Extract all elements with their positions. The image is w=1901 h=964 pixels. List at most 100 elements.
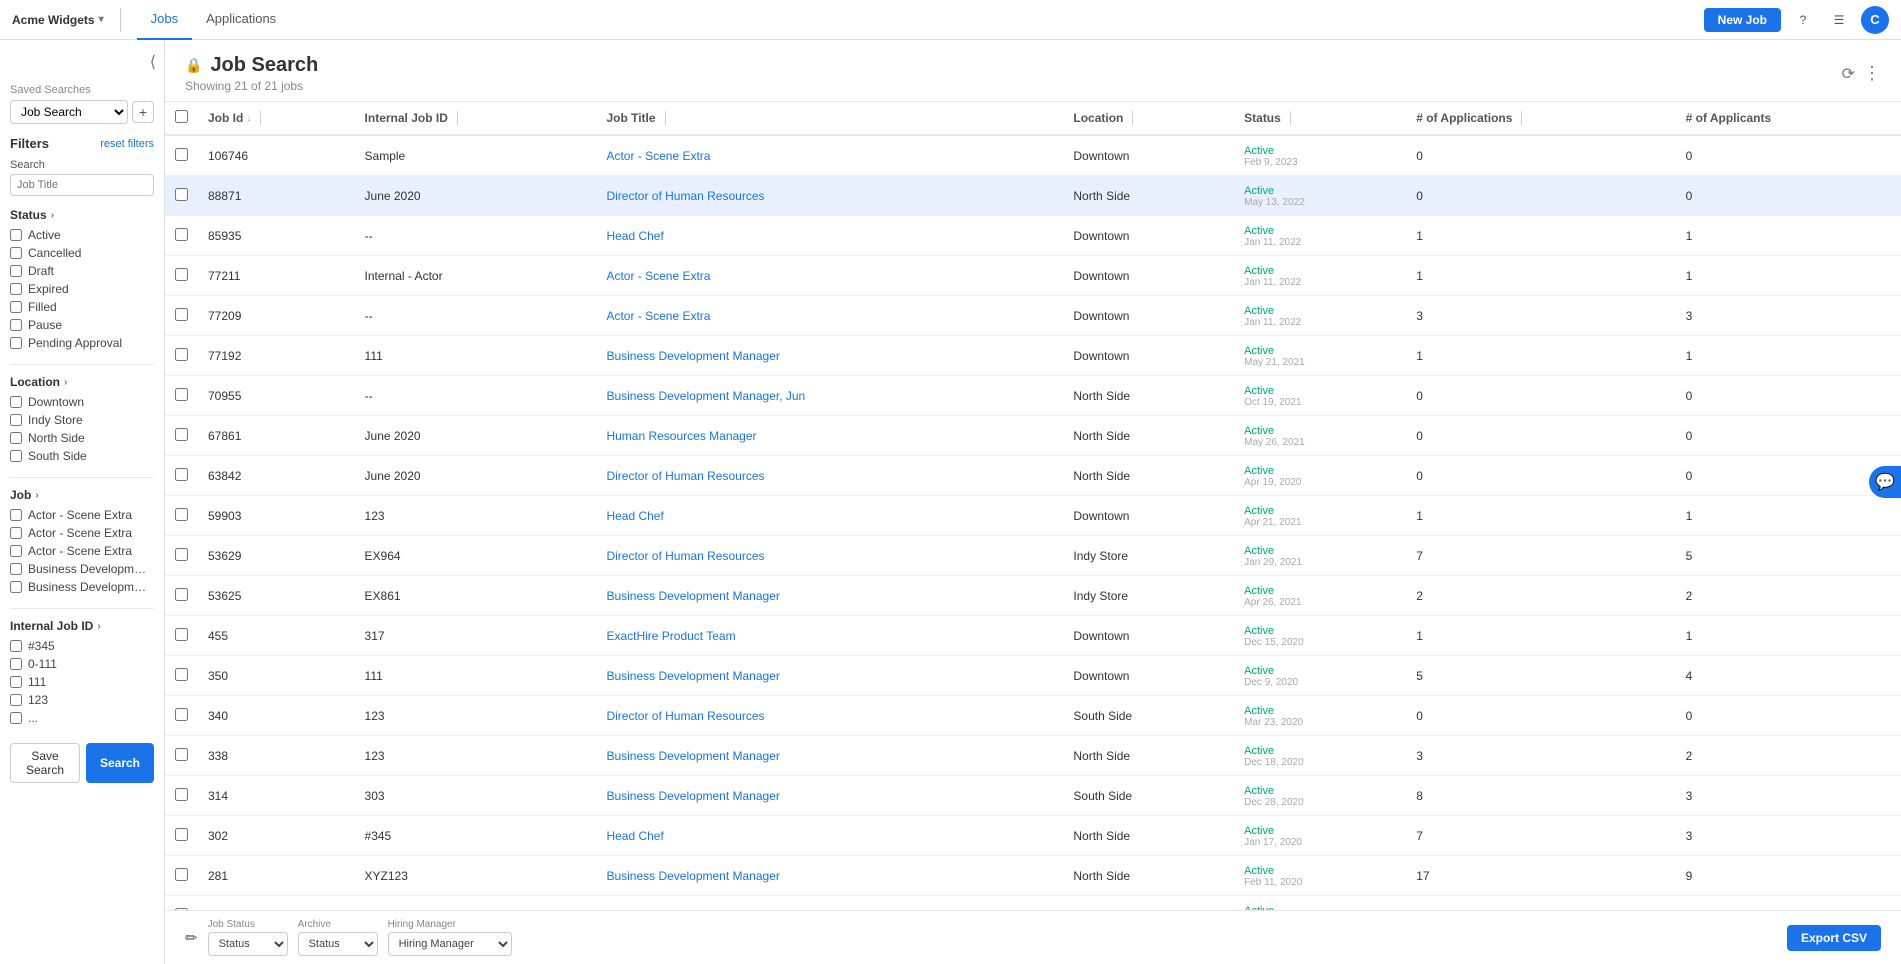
- table-row[interactable]: 455 317 ExactHire Product Team Downtown …: [165, 616, 1901, 656]
- status-filled-checkbox[interactable]: [10, 301, 22, 313]
- menu-icon[interactable]: ☰: [1825, 6, 1853, 34]
- row-checkbox-9[interactable]: [175, 508, 188, 521]
- row-checkbox-13[interactable]: [175, 668, 188, 681]
- col-location[interactable]: Location: [1063, 102, 1234, 135]
- row-checkbox-2[interactable]: [175, 228, 188, 241]
- status-filter-header[interactable]: Status ›: [10, 208, 154, 222]
- row-checkbox-14[interactable]: [175, 708, 188, 721]
- cell-job-title[interactable]: Actor - Scene Extra: [596, 256, 1063, 296]
- nav-link-jobs[interactable]: Jobs: [137, 0, 192, 40]
- table-row[interactable]: 67861 June 2020 Human Resources Manager …: [165, 416, 1901, 456]
- internal-111-checkbox[interactable]: [10, 676, 22, 688]
- cell-job-title[interactable]: Director of Human Resources: [596, 896, 1063, 911]
- status-pending-checkbox[interactable]: [10, 337, 22, 349]
- collapse-sidebar-button[interactable]: ⟨: [150, 52, 156, 72]
- status-active-checkbox[interactable]: [10, 229, 22, 241]
- table-row[interactable]: 302 #345 Head Chef North Side Active Jan…: [165, 816, 1901, 856]
- row-checkbox-15[interactable]: [175, 748, 188, 761]
- table-row[interactable]: 88871 June 2020 Director of Human Resour…: [165, 176, 1901, 216]
- brand-name[interactable]: Acme Widgets ▾: [12, 13, 104, 27]
- edit-icon[interactable]: ✏: [185, 929, 198, 947]
- row-checkbox-8[interactable]: [175, 468, 188, 481]
- internal-more-checkbox[interactable]: [10, 712, 22, 724]
- save-search-button[interactable]: Save Search: [10, 743, 80, 783]
- add-saved-search-button[interactable]: +: [132, 101, 154, 123]
- cell-job-title[interactable]: Director of Human Resources: [596, 696, 1063, 736]
- cell-job-title[interactable]: ExactHire Product Team: [596, 616, 1063, 656]
- cell-job-title[interactable]: Actor - Scene Extra: [596, 135, 1063, 176]
- search-input[interactable]: [10, 174, 154, 196]
- job-biz-dev-2-checkbox[interactable]: [10, 581, 22, 593]
- row-checkbox-1[interactable]: [175, 188, 188, 201]
- new-job-button[interactable]: New Job: [1704, 8, 1781, 32]
- cell-job-title[interactable]: Actor - Scene Extra: [596, 296, 1063, 336]
- status-pause-checkbox[interactable]: [10, 319, 22, 331]
- cell-job-title[interactable]: Director of Human Resources: [596, 536, 1063, 576]
- row-checkbox-18[interactable]: [175, 868, 188, 881]
- cell-job-title[interactable]: Business Development Manager: [596, 656, 1063, 696]
- nav-link-applications[interactable]: Applications: [192, 0, 290, 40]
- hiring-manager-select[interactable]: Hiring Manager: [388, 932, 512, 956]
- job-biz-dev-1-checkbox[interactable]: [10, 563, 22, 575]
- job-actor-1-checkbox[interactable]: [10, 509, 22, 521]
- row-checkbox-12[interactable]: [175, 628, 188, 641]
- cell-job-title[interactable]: Business Development Manager: [596, 336, 1063, 376]
- table-row[interactable]: 106746 Sample Actor - Scene Extra Downto…: [165, 135, 1901, 176]
- status-cancelled-checkbox[interactable]: [10, 247, 22, 259]
- table-row[interactable]: 63842 June 2020 Director of Human Resour…: [165, 456, 1901, 496]
- more-options-icon[interactable]: ⋮: [1863, 63, 1881, 84]
- user-avatar[interactable]: C: [1861, 6, 1889, 34]
- cell-job-title[interactable]: Director of Human Resources: [596, 176, 1063, 216]
- col-internal-job-id[interactable]: Internal Job ID: [355, 102, 597, 135]
- row-checkbox-0[interactable]: [175, 148, 188, 161]
- table-row[interactable]: 350 111 Business Development Manager Dow…: [165, 656, 1901, 696]
- cell-job-title[interactable]: Business Development Manager: [596, 856, 1063, 896]
- cell-job-title[interactable]: Head Chef: [596, 496, 1063, 536]
- cell-job-title[interactable]: Director of Human Resources: [596, 456, 1063, 496]
- row-checkbox-17[interactable]: [175, 828, 188, 841]
- table-row[interactable]: 77192 111 Business Development Manager D…: [165, 336, 1901, 376]
- table-row[interactable]: 77211 Internal - Actor Actor - Scene Ext…: [165, 256, 1901, 296]
- col-status[interactable]: Status: [1234, 102, 1406, 135]
- reset-filters-link[interactable]: reset filters: [100, 138, 154, 150]
- cell-job-title[interactable]: Business Development Manager: [596, 736, 1063, 776]
- row-checkbox-7[interactable]: [175, 428, 188, 441]
- job-status-select[interactable]: Status: [208, 932, 288, 956]
- location-filter-header[interactable]: Location ›: [10, 375, 154, 389]
- table-row[interactable]: 281 XYZ123 Business Development Manager …: [165, 856, 1901, 896]
- status-expired-checkbox[interactable]: [10, 283, 22, 295]
- row-checkbox-5[interactable]: [175, 348, 188, 361]
- table-row[interactable]: 53625 EX861 Business Development Manager…: [165, 576, 1901, 616]
- row-checkbox-3[interactable]: [175, 268, 188, 281]
- table-row[interactable]: 338 123 Business Development Manager Nor…: [165, 736, 1901, 776]
- table-row[interactable]: 314 303 Business Development Manager Sou…: [165, 776, 1901, 816]
- chat-bubble-button[interactable]: 💬: [1869, 466, 1901, 498]
- internal-123-checkbox[interactable]: [10, 694, 22, 706]
- job-filter-header[interactable]: Job ›: [10, 488, 154, 502]
- internal-job-id-filter-header[interactable]: Internal Job ID ›: [10, 619, 154, 633]
- cell-job-title[interactable]: Head Chef: [596, 216, 1063, 256]
- status-draft-checkbox[interactable]: [10, 265, 22, 277]
- cell-job-title[interactable]: Business Development Manager: [596, 776, 1063, 816]
- location-indy-store-checkbox[interactable]: [10, 414, 22, 426]
- location-north-side-checkbox[interactable]: [10, 432, 22, 444]
- col-job-title[interactable]: Job Title: [596, 102, 1063, 135]
- row-checkbox-11[interactable]: [175, 588, 188, 601]
- location-south-side-checkbox[interactable]: [10, 450, 22, 462]
- cell-job-title[interactable]: Business Development Manager, Jun: [596, 376, 1063, 416]
- internal-0-111-checkbox[interactable]: [10, 658, 22, 670]
- job-actor-3-checkbox[interactable]: [10, 545, 22, 557]
- row-checkbox-4[interactable]: [175, 308, 188, 321]
- select-all-checkbox[interactable]: [175, 110, 188, 123]
- help-icon[interactable]: ?: [1789, 6, 1817, 34]
- location-downtown-checkbox[interactable]: [10, 396, 22, 408]
- archive-select[interactable]: Status: [298, 932, 378, 956]
- col-num-applicants[interactable]: # of Applicants: [1676, 102, 1901, 135]
- search-button[interactable]: Search: [86, 743, 154, 783]
- col-num-applications[interactable]: # of Applications: [1406, 102, 1675, 135]
- refresh-icon[interactable]: ⟳: [1842, 64, 1855, 84]
- row-checkbox-16[interactable]: [175, 788, 188, 801]
- export-csv-button[interactable]: Export CSV: [1787, 925, 1881, 951]
- cell-job-title[interactable]: Business Development Manager: [596, 576, 1063, 616]
- table-row[interactable]: 59903 123 Head Chef Downtown Active Apr …: [165, 496, 1901, 536]
